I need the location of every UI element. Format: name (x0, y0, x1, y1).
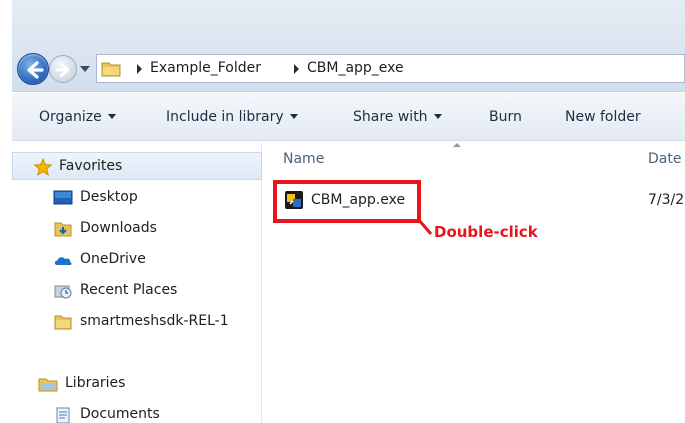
nav-smartmeshsdk-label: smartmeshsdk-REL-1 (80, 313, 229, 329)
share-with-button[interactable]: Share with (353, 109, 442, 125)
nav-recent-places-label: Recent Places (80, 282, 178, 298)
callout-connector (417, 218, 433, 235)
desktop-icon (53, 190, 73, 205)
caret-down-icon (433, 114, 442, 119)
breadcrumb-cbm-app-exe[interactable]: CBM_app_exe (307, 60, 404, 76)
nav-favorites-label: Favorites (59, 158, 123, 174)
command-bar: Organize Include in library Share with B… (12, 93, 685, 141)
onedrive-icon (54, 257, 72, 265)
nav-smartmeshsdk[interactable]: smartmeshsdk-REL-1 (12, 308, 262, 336)
burn-button[interactable]: Burn (489, 109, 522, 125)
libraries-icon (38, 378, 58, 392)
title-bar (12, 0, 685, 44)
navigation-pane: Favorites Desktop Downloads OneDrive Rec… (12, 142, 262, 423)
new-folder-button[interactable]: New folder (565, 109, 641, 125)
forward-button[interactable] (49, 55, 77, 83)
nav-favorites[interactable]: Favorites (12, 152, 262, 180)
chevron-right-icon[interactable] (135, 63, 143, 75)
caret-down-icon (289, 114, 298, 119)
caret-down-icon (107, 114, 116, 119)
column-header-name[interactable]: Name (283, 151, 324, 167)
arrow-right-icon (55, 62, 70, 78)
downloads-icon (54, 222, 72, 237)
file-date: 7/3/2 (648, 192, 685, 208)
recent-pages-dropdown-icon[interactable] (79, 64, 91, 74)
nav-downloads-label: Downloads (80, 220, 157, 236)
highlight-box (273, 180, 421, 223)
navigation-bar: Example_Folder CBM_app_exe (12, 44, 685, 92)
nav-desktop[interactable]: Desktop (12, 184, 262, 212)
chevron-right-icon[interactable] (292, 63, 300, 75)
star-icon (33, 158, 53, 176)
organize-label: Organize (39, 109, 102, 125)
arrow-left-icon (27, 61, 44, 79)
nav-onedrive[interactable]: OneDrive (12, 246, 262, 274)
nav-documents-label: Documents (80, 406, 160, 422)
nav-desktop-label: Desktop (80, 189, 138, 205)
folder-icon (54, 315, 72, 330)
file-list-pane: Name Date CBM_app.exe 7/3/2 Double-click (263, 142, 685, 423)
explorer-window: Example_Folder CBM_app_exe Organize Incl… (12, 0, 685, 423)
sort-ascending-icon (453, 143, 461, 147)
column-header-date[interactable]: Date (648, 151, 681, 167)
include-in-library-label: Include in library (166, 109, 284, 125)
folder-icon (101, 62, 121, 77)
back-button[interactable] (17, 53, 49, 85)
nav-documents[interactable]: Documents (12, 401, 262, 423)
nav-libraries[interactable]: Libraries (12, 370, 262, 398)
nav-libraries-label: Libraries (65, 375, 126, 391)
nav-downloads[interactable]: Downloads (12, 215, 262, 243)
recent-places-icon (54, 285, 72, 299)
include-in-library-button[interactable]: Include in library (166, 109, 298, 125)
documents-icon (56, 407, 70, 423)
breadcrumb-example-folder[interactable]: Example_Folder (150, 60, 261, 76)
address-bar[interactable]: Example_Folder CBM_app_exe (96, 54, 685, 83)
organize-button[interactable]: Organize (39, 109, 116, 125)
nav-onedrive-label: OneDrive (80, 251, 146, 267)
nav-recent-places[interactable]: Recent Places (12, 277, 262, 305)
share-with-label: Share with (353, 109, 428, 125)
double-click-callout: Double-click (434, 223, 538, 241)
